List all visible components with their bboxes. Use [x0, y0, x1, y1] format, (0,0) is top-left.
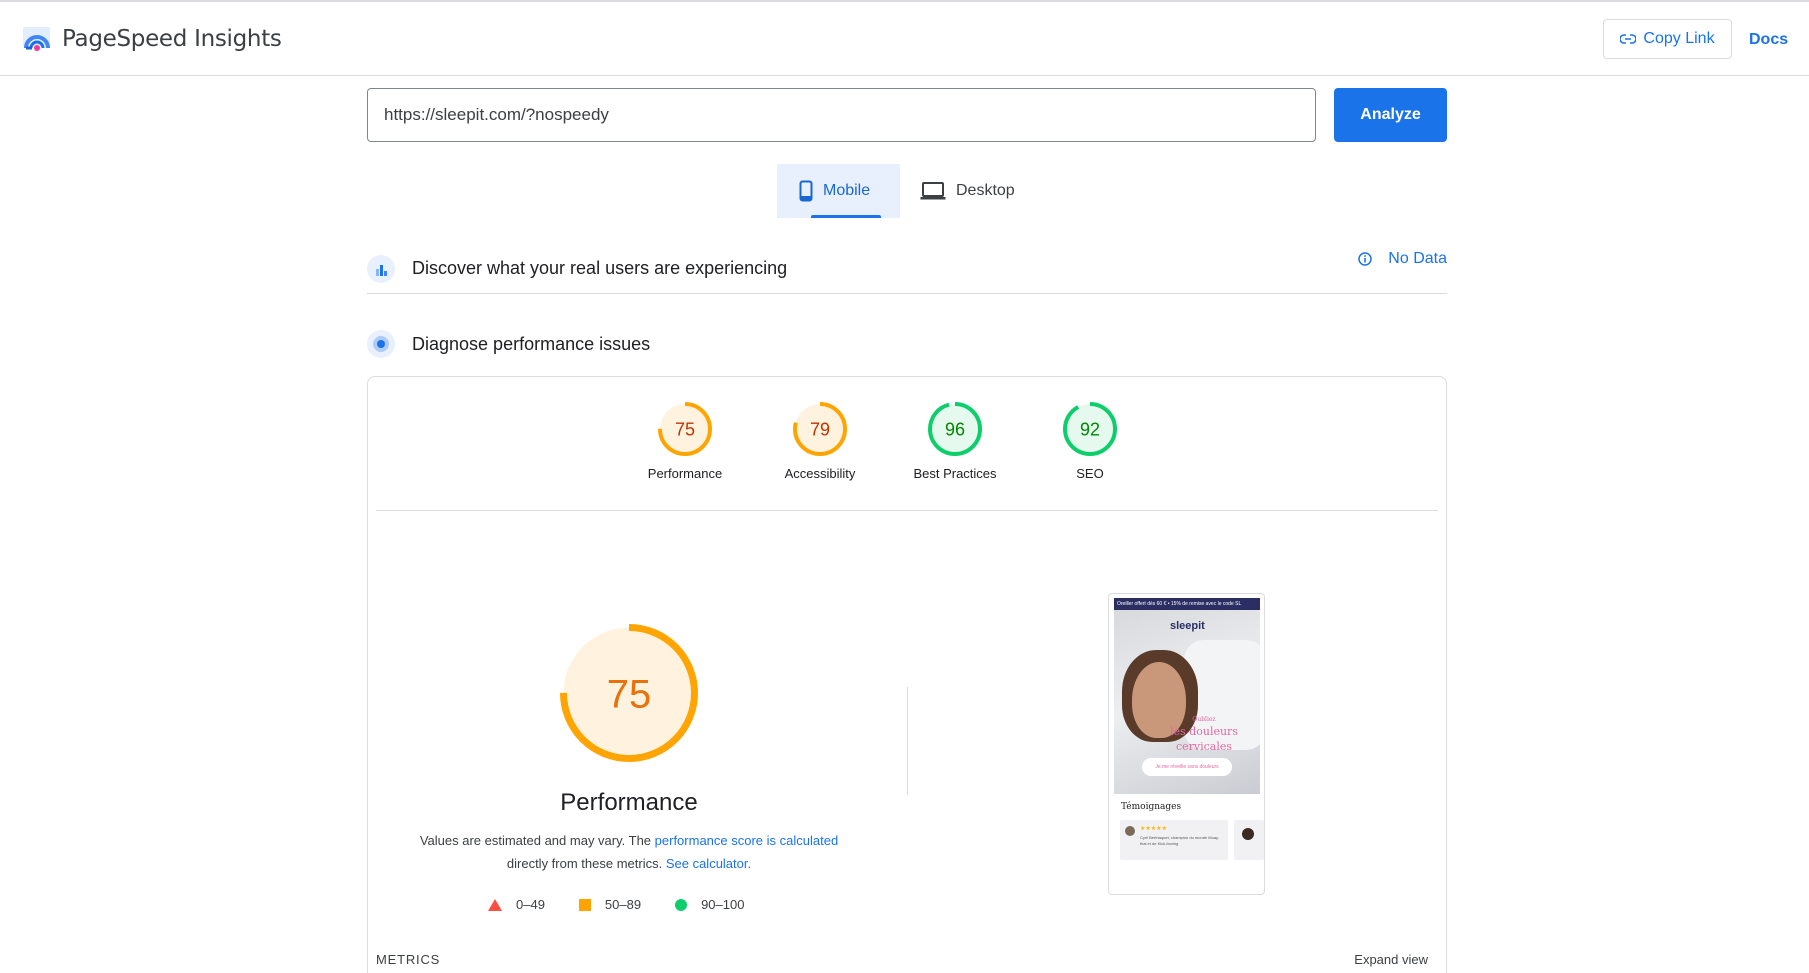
ss-promo-bar: Oreiller offert dès 60 € • 15% de remise… — [1114, 598, 1260, 610]
vertical-separator — [907, 687, 908, 795]
performance-title: Performance — [560, 789, 698, 816]
ss-review-card: ★★★★★ Cyril Berthaquet, champion du mond… — [1120, 820, 1228, 860]
ss-review-card-2 — [1234, 820, 1264, 860]
legend-average-label: 50–89 — [604, 897, 642, 912]
gauges-divider — [376, 510, 1438, 511]
expand-view-button[interactable]: Expand view — [1354, 952, 1428, 967]
tab-desktop-label: Desktop — [956, 182, 1015, 199]
legend-pass: 90–100 — [675, 897, 744, 912]
legend-fail-label: 0–49 — [516, 897, 545, 912]
metrics-heading: METRICS — [376, 952, 441, 967]
gauge-3-score: 92 — [1080, 419, 1100, 439]
report-card: 75 Performance 79 Accessibility 96 Best Pra… — [367, 376, 1447, 973]
gauge-2-ring: 96 — [928, 402, 982, 456]
url-input[interactable] — [367, 88, 1316, 142]
laptop-icon — [920, 182, 946, 200]
square-icon — [578, 898, 591, 911]
info-icon — [1358, 252, 1373, 266]
docs-link[interactable]: Docs — [1749, 31, 1788, 49]
copy-link-label: Copy Link — [1643, 30, 1715, 47]
performance-description: Values are estimated and may vary. The p… — [398, 829, 860, 875]
no-data-status[interactable]: No Data — [1358, 250, 1447, 268]
ss-hero-text: Oubliez les douleurs cervicales — [1154, 716, 1254, 754]
gauge-label: SEO — [1076, 466, 1104, 481]
ss-testimonials-title: Témoignages — [1121, 802, 1182, 812]
gauge-label: Performance — [647, 466, 723, 481]
real-users-title: Discover what your real users are experi… — [412, 258, 788, 278]
legend-fail: 0–49 — [488, 897, 545, 912]
gauge-0-ring: 75 — [658, 402, 712, 456]
real-users-section: Discover what your real users are experi… — [367, 244, 1447, 294]
gauge-1-ring: 79 — [793, 402, 847, 456]
triangle-icon — [488, 898, 502, 911]
score-gauges: 75 Performance 79 Accessibility 96 Best Pra… — [368, 401, 1446, 489]
gauge-seo[interactable]: 92 SEO — [1035, 401, 1145, 481]
diagnose-icon — [367, 330, 395, 358]
final-screenshot[interactable]: Oreiller offert dès 60 € • 15% de remise… — [1108, 593, 1265, 895]
pagespeed-logo-icon — [23, 27, 50, 51]
ss-hero-main: les douleurs cervicales — [1170, 725, 1238, 753]
legend-pass-label: 90–100 — [701, 897, 745, 912]
mobile-phone-icon — [799, 180, 813, 202]
score-calculated-link[interactable]: performance score is calculated — [655, 833, 839, 848]
users-chart-icon — [367, 254, 395, 283]
gauge-accessibility[interactable]: 79 Accessibility — [765, 401, 875, 481]
gauge-1-score: 79 — [810, 419, 830, 439]
ss-hero-image: sleepit Oubliez les douleurs cervicales … — [1114, 610, 1260, 794]
app-title: PageSpeed Insights — [62, 26, 282, 52]
gauge-0-score: 75 — [675, 419, 695, 439]
tab-mobile[interactable]: Mobile — [777, 164, 900, 218]
ss-logo: sleepit — [1170, 620, 1205, 632]
desc-text-2: directly from these metrics. — [506, 856, 666, 871]
gauge-label: Best Practices — [913, 466, 997, 481]
gauge-label: Accessibility — [784, 466, 856, 481]
tab-mobile-label: Mobile — [823, 182, 871, 199]
diagnose-title: Diagnose performance issues — [412, 333, 651, 354]
tab-desktop[interactable]: Desktop — [918, 164, 1038, 218]
header: PageSpeed Insights Copy Link Docs — [0, 2, 1809, 76]
link-icon — [1620, 34, 1637, 44]
diagnose-section: Diagnose performance issues — [367, 328, 1447, 360]
no-data-label: No Data — [1388, 250, 1447, 267]
gauge-3-ring: 92 — [1063, 402, 1117, 456]
performance-gauge-score: 75 — [607, 672, 652, 716]
see-calculator-link[interactable]: See calculator. — [666, 856, 751, 871]
gauge-best-practices[interactable]: 96 Best Practices — [900, 401, 1010, 481]
legend-average: 50–89 — [578, 897, 642, 912]
analyze-button[interactable]: Analyze — [1334, 88, 1447, 142]
ss-review-text: Cyril Berthaquet, champion du monde Muay… — [1140, 835, 1220, 846]
performance-gauge-ring: 75 — [560, 624, 698, 762]
circle-icon — [675, 898, 688, 911]
copy-link-button[interactable]: Copy Link — [1603, 19, 1732, 59]
ss-hero-small: Oubliez — [1192, 716, 1216, 723]
desc-text: Values are estimated and may vary. The — [419, 833, 655, 848]
performance-big-gauge: 75 — [559, 623, 699, 768]
score-legend: 0–49 50–89 90–100 — [488, 897, 778, 912]
gauge-performance[interactable]: 75 Performance — [630, 401, 740, 481]
brand[interactable]: PageSpeed Insights — [22, 24, 282, 54]
ss-cta-button: Je me réveille sans douleurs — [1142, 758, 1232, 776]
gauge-2-score: 96 — [945, 419, 965, 439]
